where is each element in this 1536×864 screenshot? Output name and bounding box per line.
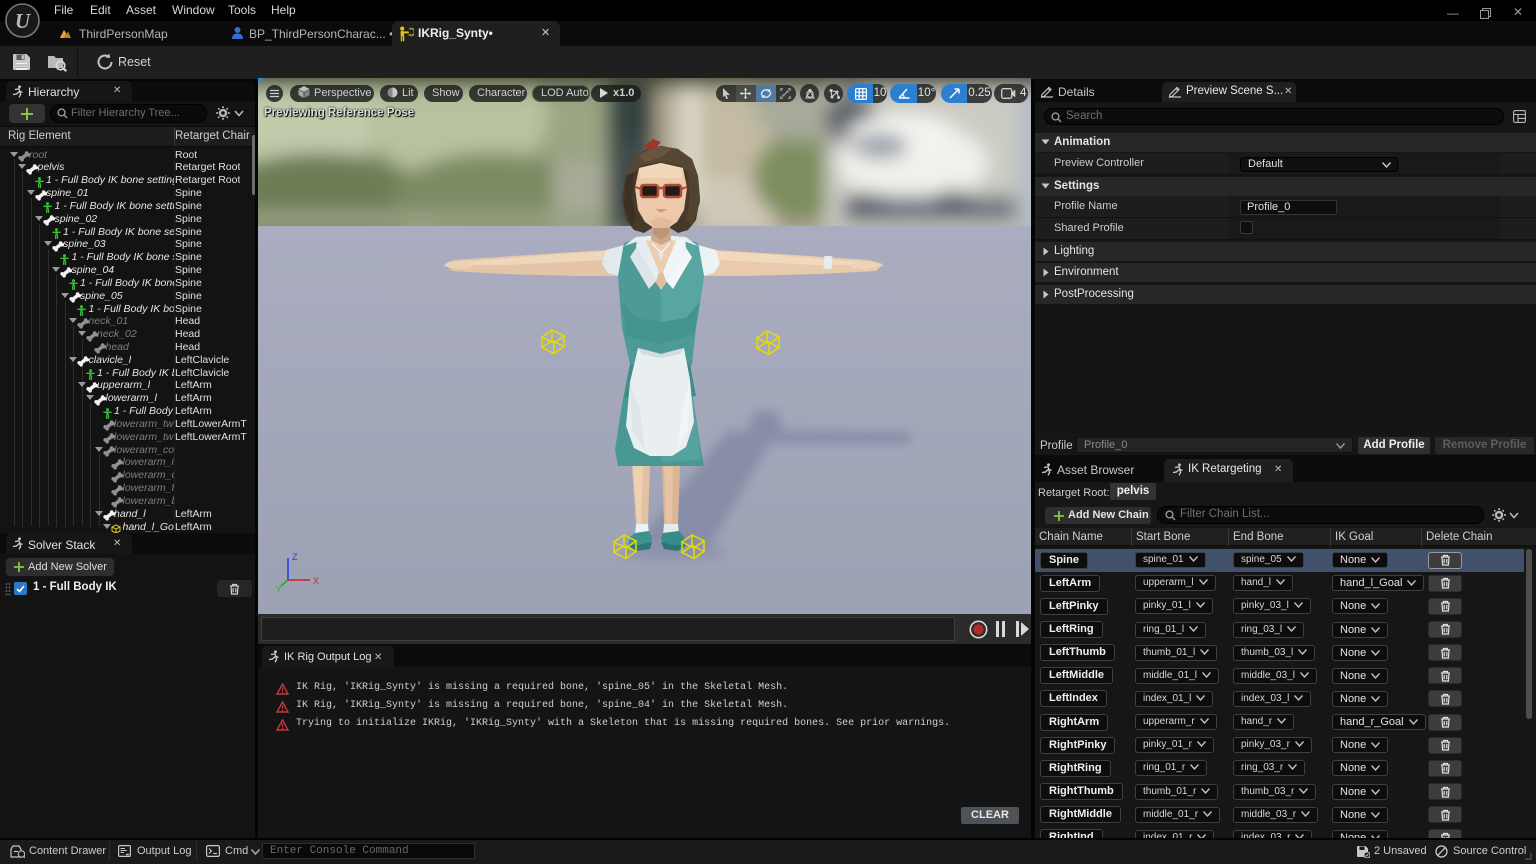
svg-text:Y: Y <box>276 585 282 594</box>
svg-text:U: U <box>15 9 32 33</box>
svg-text:X: X <box>313 576 319 586</box>
svg-text:Z: Z <box>292 552 298 562</box>
